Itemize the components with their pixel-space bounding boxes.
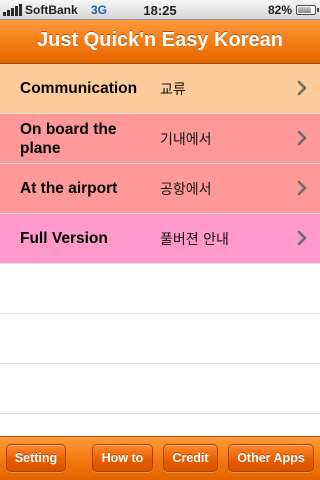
menu-row-full-version[interactable]: Full Version 풀버젼 안내 [0,214,320,264]
empty-table-row [0,314,320,364]
how-to-button[interactable]: How to [92,444,153,472]
bottom-toolbar: Setting How to Credit Other Apps [0,436,320,480]
chevron-right-icon [297,80,307,96]
other-apps-button[interactable]: Other Apps [228,444,314,472]
menu-row-communication[interactable]: Communication 교류 [0,64,320,114]
row-label: Full Version [20,230,108,247]
page-title: Just Quick'n Easy Korean [37,29,283,51]
row-korean-label: 교류 [160,81,186,98]
credit-button[interactable]: Credit [163,444,218,472]
menu-row-at-the-airport[interactable]: At the airport 공항에서 [0,164,320,214]
setting-button[interactable]: Setting [6,444,66,472]
row-korean-label: 기내에서 [160,131,212,148]
navigation-bar: Just Quick'n Easy Korean [0,20,320,64]
row-label: Communication [20,80,138,97]
menu-list: Communication 교류 On board the plane 기내에서… [0,64,320,464]
row-label: At the airport [20,180,118,197]
empty-table-row [0,364,320,414]
chevron-right-icon [297,180,307,196]
row-korean-label: 풀버젼 안내 [160,231,229,248]
row-label: On board the plane [20,120,117,157]
battery-percent: 82% [267,3,292,17]
row-korean-label: 공항에서 [160,181,212,198]
chevron-right-icon [297,230,307,246]
menu-row-on-board-the-plane[interactable]: On board the plane 기내에서 [0,114,320,164]
status-bar: SoftBank 3G 18:25 82% [0,0,320,20]
battery-level-fill [298,7,312,13]
chevron-right-icon [297,130,307,146]
battery-icon [296,5,319,15]
empty-table-row [0,264,320,314]
